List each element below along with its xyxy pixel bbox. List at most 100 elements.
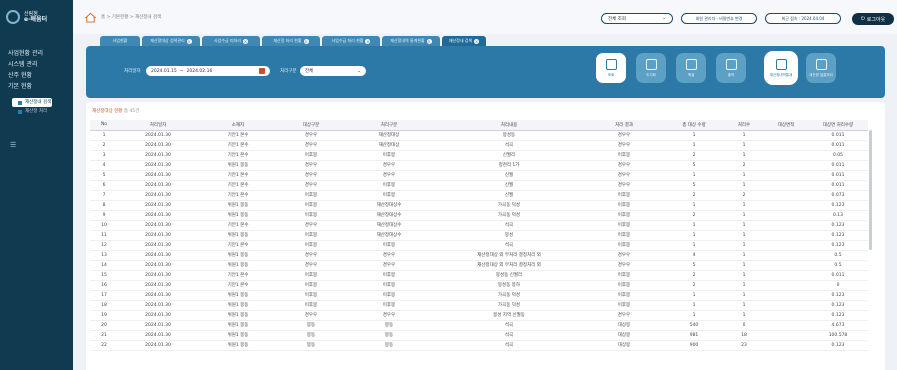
table-scrollbar[interactable] xyxy=(869,130,872,250)
tab-unprocessed[interactable]: 사업수급 미처리 × xyxy=(202,36,260,46)
table-cell: 기안1 본수 xyxy=(198,170,278,181)
calendar-icon[interactable] xyxy=(259,68,265,74)
collapse-icon[interactable]: ☰ xyxy=(10,141,16,149)
column-header[interactable]: 처리구분 xyxy=(344,120,434,131)
column-header[interactable]: 처리수 xyxy=(724,120,764,131)
table-row[interactable]: 22 2024.01.30 위원1 봉동 봉동 봉동 석곡 대상봉 900 23 0.123 xyxy=(90,340,868,351)
table-cell: 2024.01.30 xyxy=(118,150,198,161)
table-row[interactable]: 1 2024.01.30 기안1 본수 경우우 재산정대상 봉성동 경우우 1 1 0.011 xyxy=(90,130,868,141)
table-cell: 2024.01.30 xyxy=(118,200,198,211)
column-header[interactable]: 대상면 처리수량 xyxy=(808,120,868,131)
table-row[interactable]: 3 2024.01.30 기안1 본수 이후봉 이후봉 신월리 이후봉 2 1 0.05 xyxy=(90,150,868,161)
table-cell: 17 xyxy=(90,290,118,301)
table-row[interactable]: 13 2024.01.30 위원1 봉동 경우우 경우우 재산정대상 외 무처리 결정처리… xyxy=(90,250,868,261)
table-cell: 이후봉 xyxy=(278,190,344,201)
tab-search[interactable]: 재산정내 검색 × xyxy=(442,36,486,46)
column-header[interactable]: 총 대상 수량 xyxy=(664,120,724,131)
column-header[interactable]: 처리내용 xyxy=(434,120,584,131)
table-cell: 1 xyxy=(724,180,764,191)
tab-process-status[interactable]: 재산정 처리 현황 × xyxy=(262,36,320,46)
type-select[interactable]: 전체 ⌄ xyxy=(300,66,366,76)
column-header[interactable]: 대상면적 xyxy=(764,120,808,131)
table-cell: 경우우 xyxy=(278,140,344,151)
column-header[interactable]: 소재지 xyxy=(198,120,278,131)
reset-button[interactable]: 초기화 xyxy=(636,53,666,83)
table-cell: 20 xyxy=(90,320,118,331)
table-cell: 기안1 본수 xyxy=(198,220,278,231)
tab-target-search[interactable]: 재산정대상 검색관리 × xyxy=(142,36,200,46)
table-cell xyxy=(764,310,808,321)
column-header[interactable]: 처리일자 xyxy=(118,120,198,131)
table-row[interactable]: 16 2024.01.30 기안1 본수 이후봉 이후봉 봉성동 봉하 이후봉 2 1 0 xyxy=(90,280,868,291)
home-icon[interactable] xyxy=(85,12,96,23)
table-row[interactable]: 19 2024.01.30 위원1 봉동 경우우 경우우 봉성 지역 신월동 경우우 1 1 0.… xyxy=(90,310,868,321)
excel-button[interactable]: 엑셀 xyxy=(676,53,706,83)
sidebar-item-business[interactable]: 사업현황 관리 xyxy=(8,48,70,59)
sidebar-item-owner[interactable]: 산주 현황 xyxy=(8,70,70,81)
table-cell: 재산정대상 xyxy=(344,130,434,141)
search-button[interactable]: 조회 xyxy=(596,53,626,83)
column-header[interactable]: 처리 결과 xyxy=(584,120,664,131)
close-icon[interactable]: × xyxy=(303,38,309,44)
sidebar-submenu: 재산정내 검색 재산정 처리 xyxy=(8,98,70,116)
table-cell xyxy=(764,230,808,241)
user-info-button[interactable]: 회원 관리자 · 비밀번호 변경 xyxy=(681,13,757,24)
table-row[interactable]: 10 2024.01.30 기안1 본수 경우우 재산정대상수 석곡 이후봉 1 1 0.123 xyxy=(90,220,868,231)
table-row[interactable]: 6 2024.01.30 기안1 본수 경우우 이후봉 신월 경우우 5 1 0.011 xyxy=(90,180,868,191)
table-cell: 이후봉 xyxy=(344,150,434,161)
table-cell: 이후봉 xyxy=(278,290,344,301)
stats-button[interactable]: 재산정내역통계 xyxy=(766,53,796,83)
sidebar-item-system[interactable]: 시스템 관리 xyxy=(8,59,70,70)
logout-button[interactable]: ⏻ 로그아웃 xyxy=(852,13,894,25)
table-cell: 1 xyxy=(724,230,764,241)
table-cell xyxy=(764,330,808,341)
role-select[interactable]: 전체 조회 ⌄ xyxy=(601,13,673,24)
period-label: 처리일자 xyxy=(124,69,141,74)
table-row[interactable]: 20 2024.01.30 위원1 봉동 봉동 봉동 석곡 대상봉 540 0 4.673 xyxy=(90,320,868,331)
table-row[interactable]: 21 2024.01.30 위원1 봉동 봉동 봉동 석곡 대상봉 981 18 100.578 xyxy=(90,330,868,341)
date-range-input[interactable]: 2024.01.15 ~ 2024.02.16 xyxy=(146,66,270,76)
table-cell: 0.123 xyxy=(808,200,868,211)
table-cell: 0.123 xyxy=(808,300,868,311)
search-icon xyxy=(605,58,617,70)
close-icon[interactable]: × xyxy=(365,38,371,44)
table-cell: 2024.01.30 xyxy=(118,240,198,251)
table-row[interactable]: 9 2024.01.30 위원1 봉동 이후봉 재산정대상수 가곡동 덕성 이후봉 2 1 0.1… xyxy=(90,210,868,221)
sidebar-subitem-process[interactable]: 재산정 처리 xyxy=(8,107,70,116)
close-icon[interactable]: × xyxy=(426,38,432,44)
table-row[interactable]: 15 2024.01.30 기안1 본수 이후봉 이후봉 봉성동 신월리 이후봉 2 1 0.01… xyxy=(90,270,868,281)
table-cell: 경우우 xyxy=(278,220,344,231)
table-row[interactable]: 8 2024.01.30 위원1 봉동 이후봉 재산정대상수 가곡동 덕성 이후봉 1 1 0.1… xyxy=(90,200,868,211)
table-header: No 처리일자 소재지 대상구분 처리구분 처리내용 처리 결과 총 대상 수량 처리수 대상면적… xyxy=(90,120,868,131)
table-cell xyxy=(764,260,808,271)
tab-supply-status[interactable]: 사업수급 처리 현황 × xyxy=(322,36,380,46)
table-cell: 석곡 xyxy=(434,140,584,151)
table-row[interactable]: 12 2024.01.30 기안1 본수 이후봉 이후봉 석곡 이후봉 1 1 0.123 xyxy=(90,240,868,251)
sidebar-subitem-search[interactable]: 재산정내 검색 xyxy=(12,98,52,107)
table-row[interactable]: 18 2024.01.30 위원1 봉동 이후봉 이후봉 가곡동 덕성 이후봉 1 1 0.123 xyxy=(90,300,868,311)
print-button[interactable]: 출력 xyxy=(716,53,746,83)
table-row[interactable]: 4 2024.01.30 위원1 봉동 경우우 경우우 청천리 1가 경우우 5 2 0.011 xyxy=(90,160,868,171)
table-cell: 이후봉 xyxy=(278,150,344,161)
close-icon[interactable]: × xyxy=(186,38,192,44)
tab-business[interactable]: 사업현황 xyxy=(100,36,140,46)
table-row[interactable]: 2 2024.01.30 기안1 본수 경우우 재산정대상 석곡 경우우 1 1 0.011 xyxy=(90,140,868,151)
column-header[interactable]: 대상구분 xyxy=(278,120,344,131)
table-row[interactable]: 7 2024.01.30 기안1 본수 이후봉 이후봉 신월 이후봉 2 2 0.073 xyxy=(90,190,868,201)
table-row[interactable]: 14 2024.01.30 위원1 봉동 경우우 경우우 재산정대상 외 무처리 결정처리… xyxy=(90,260,868,271)
table-cell: 2 xyxy=(90,140,118,151)
sidebar-item-basic[interactable]: 기본 현황 xyxy=(8,81,70,92)
batch-process-button[interactable]: 재산정 일괄처리 xyxy=(806,53,836,83)
excel-icon xyxy=(685,58,697,70)
logo[interactable]: 산림청 e-배움터 xyxy=(6,6,68,28)
table-row[interactable]: 17 2024.01.30 위원1 봉동 이후봉 이후봉 가곡동 덕성 이후봉 1 1 0.123 xyxy=(90,290,868,301)
table-row[interactable]: 5 2024.01.30 기안1 본수 경우우 경우우 신월 경우우 1 1 0.011 xyxy=(90,170,868,181)
close-icon[interactable]: × xyxy=(243,38,249,44)
tab-stats[interactable]: 재산정내역 통계현황 × xyxy=(382,36,440,46)
close-icon[interactable]: × xyxy=(474,38,480,44)
column-header[interactable]: No xyxy=(90,120,118,131)
batch-icon xyxy=(815,58,827,70)
table-row[interactable]: 11 2024.01.30 위원1 봉동 이후봉 재산정대상수 봉성 이후봉 1 1 0.123 xyxy=(90,230,868,241)
table-cell: 이후봉 xyxy=(584,220,664,231)
table-cell: 경우우 xyxy=(584,180,664,191)
